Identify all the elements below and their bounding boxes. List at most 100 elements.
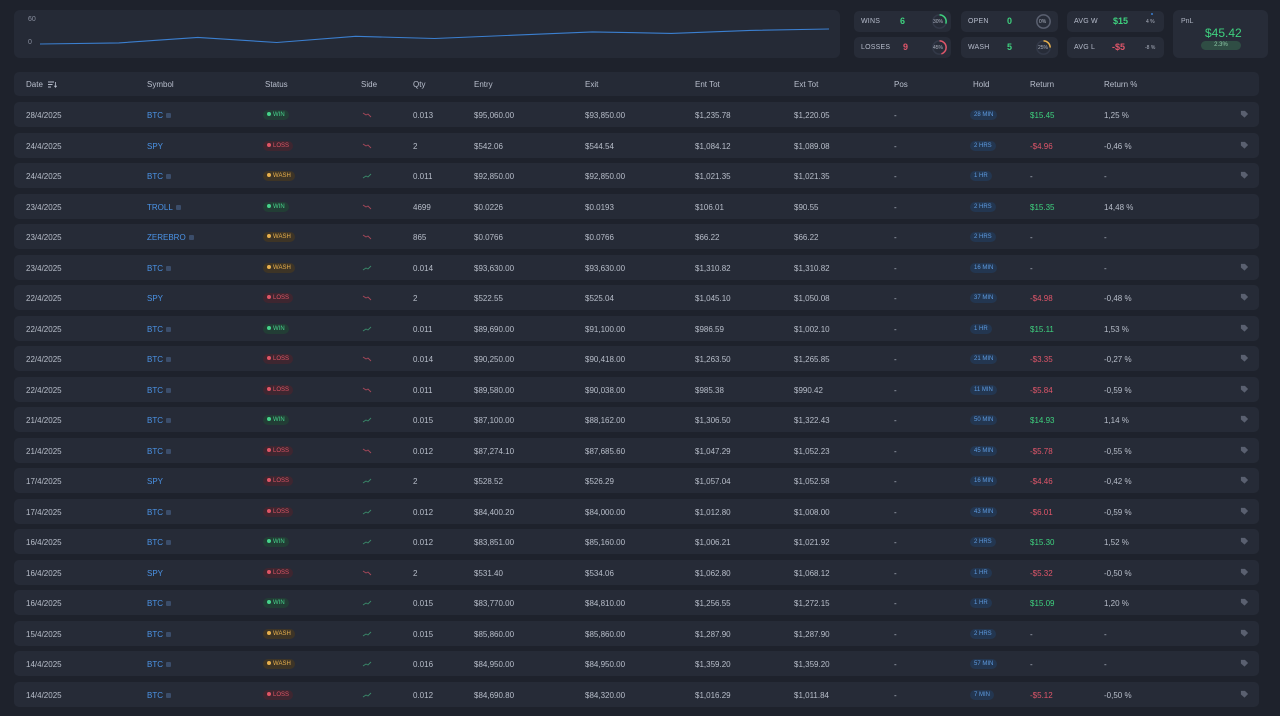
table-row[interactable]: 28/4/2025 BTC WIN 0.013 $95,060.00 $93,850.00… xyxy=(14,102,1259,127)
col-pos-header[interactable]: Pos xyxy=(894,80,908,89)
trade-symbol-link[interactable]: BTC xyxy=(147,172,171,181)
chart-icon[interactable] xyxy=(166,418,171,423)
trade-symbol-link[interactable]: BTC xyxy=(147,599,171,608)
trade-symbol-link[interactable]: BTC xyxy=(147,325,171,334)
stat-losses-value: 9 xyxy=(903,42,909,52)
table-row[interactable]: 16/4/2025 BTC WIN 0.015 $83,770.00 $84,810.00… xyxy=(14,590,1259,615)
trade-symbol-link[interactable]: BTC xyxy=(147,630,171,639)
table-row[interactable]: 24/4/2025 SPY LOSS 2 $542.06 $544.54 $1,084.12… xyxy=(14,132,1259,158)
col-hold-header[interactable]: Hold xyxy=(973,80,989,89)
tag-icon[interactable] xyxy=(1240,171,1249,180)
table-row[interactable]: 22/4/2025 BTC WIN 0.011 $89,690.00 $91,100.00… xyxy=(14,315,1259,341)
table-row[interactable]: 23/4/2025 ZEREBRO WASH 865 $0.0766 $0.0766 $66… xyxy=(14,224,1259,249)
tag-icon[interactable] xyxy=(1240,415,1249,424)
tag-icon[interactable] xyxy=(1240,324,1249,333)
trade-symbol-link[interactable]: BTC xyxy=(147,691,171,700)
chart-icon[interactable] xyxy=(175,204,181,210)
table-row[interactable]: 24/4/2025 BTC WASH 0.011 $92,850.00 $92,850.0… xyxy=(14,163,1259,188)
tag-icon[interactable] xyxy=(1240,537,1249,546)
table-row[interactable]: 15/4/2025 BTC WASH 0.015 $85,860.00 $85,860.0… xyxy=(14,620,1259,646)
table-row[interactable]: 22/4/2025 BTC LOSS 0.014 $90,250.00 $90,418.0… xyxy=(14,346,1259,371)
chart-icon[interactable] xyxy=(166,174,171,179)
chart-icon[interactable] xyxy=(166,387,171,393)
trade-ext-tot: $1,220.05 xyxy=(794,111,830,120)
status-badge: WASH xyxy=(263,628,295,639)
table-row[interactable]: 22/4/2025 BTC LOSS 0.011 $89,580.00 $90,038.0… xyxy=(14,376,1259,402)
tag-icon[interactable] xyxy=(1240,507,1249,516)
trade-symbol-link[interactable]: BTC xyxy=(147,447,171,456)
trade-entry: $528.52 xyxy=(474,477,503,486)
trade-symbol-link[interactable]: BTC xyxy=(147,264,171,273)
chart-icon[interactable] xyxy=(166,448,171,454)
col-ent-tot-header[interactable]: Ent Tot xyxy=(695,80,720,89)
col-symbol-header[interactable]: Symbol xyxy=(147,80,174,89)
tag-icon[interactable] xyxy=(1240,385,1249,394)
tag-icon[interactable] xyxy=(1240,141,1249,150)
tag-icon[interactable] xyxy=(1240,446,1249,455)
table-row[interactable]: 21/4/2025 BTC WIN 0.015 $87,100.00 $88,162.00… xyxy=(14,407,1259,432)
chart-icon[interactable] xyxy=(166,113,171,118)
tag-icon[interactable] xyxy=(1240,659,1249,668)
tag-icon[interactable] xyxy=(1240,110,1249,119)
table-row[interactable]: 17/4/2025 SPY LOSS 2 $528.52 $526.29 $1,057.04… xyxy=(14,468,1259,493)
trade-symbol-link[interactable]: BTC xyxy=(147,416,171,425)
trade-symbol-link[interactable]: BTC xyxy=(147,538,171,547)
status-badge: WASH xyxy=(263,262,295,273)
col-return-pct-header[interactable]: Return % xyxy=(1104,80,1137,89)
trade-symbol-link[interactable]: ZEREBRO xyxy=(147,233,194,242)
tag-icon[interactable] xyxy=(1240,629,1249,638)
trade-symbol-link[interactable]: BTC xyxy=(147,355,171,364)
table-row[interactable]: 14/4/2025 BTC LOSS 0.012 $84,690.80 $84,320.0… xyxy=(14,681,1259,707)
tag-icon[interactable] xyxy=(1240,568,1249,577)
chart-icon[interactable] xyxy=(166,631,171,637)
trade-symbol-link[interactable]: BTC xyxy=(147,111,171,120)
chart-icon[interactable] xyxy=(166,692,171,698)
tag-icon[interactable] xyxy=(1240,293,1249,302)
trade-symbol-link[interactable]: SPY xyxy=(147,477,163,486)
chart-icon[interactable] xyxy=(166,540,171,545)
table-row[interactable]: 16/4/2025 BTC WIN 0.012 $83,851.00 $85,160.00… xyxy=(14,529,1259,554)
chart-icon[interactable] xyxy=(166,357,171,362)
trade-symbol-link[interactable]: TROLL xyxy=(147,203,181,212)
trade-symbol-link[interactable]: BTC xyxy=(147,660,171,669)
tag-icon[interactable] xyxy=(1240,354,1249,363)
chart-icon[interactable] xyxy=(188,235,194,240)
trade-return: $14.93 xyxy=(1030,416,1055,425)
chart-icon[interactable] xyxy=(166,326,171,332)
col-side-header[interactable]: Side xyxy=(361,80,377,89)
col-exit-header[interactable]: Exit xyxy=(585,80,598,89)
col-entry-header[interactable]: Entry xyxy=(474,80,493,89)
table-row[interactable]: 22/4/2025 SPY LOSS 2 $522.55 $525.04 $1,045.10… xyxy=(14,285,1259,310)
col-status-header[interactable]: Status xyxy=(265,80,288,89)
table-row[interactable]: 17/4/2025 BTC LOSS 0.012 $84,400.20 $84,000.0… xyxy=(14,498,1259,524)
chart-icon[interactable] xyxy=(166,662,171,667)
col-ext-tot-header[interactable]: Ext Tot xyxy=(794,80,818,89)
tag-icon[interactable] xyxy=(1240,476,1249,485)
col-qty-header[interactable]: Qty xyxy=(413,80,425,89)
trade-ent-tot: $1,256.55 xyxy=(695,599,731,608)
chart-icon[interactable] xyxy=(166,265,171,271)
tag-icon[interactable] xyxy=(1240,598,1249,607)
trade-symbol-link[interactable]: SPY xyxy=(147,294,163,303)
status-dot-icon xyxy=(267,569,271,574)
trade-symbol-link[interactable]: SPY xyxy=(147,142,163,151)
trade-symbol-link[interactable]: BTC xyxy=(147,386,171,395)
chart-icon[interactable] xyxy=(166,509,171,515)
tag-icon[interactable] xyxy=(1240,263,1249,272)
table-row[interactable]: 21/4/2025 BTC LOSS 0.012 $87,274.10 $87,685.6… xyxy=(14,437,1259,463)
trade-entry: $89,580.00 xyxy=(474,385,515,395)
chart-icon[interactable] xyxy=(166,601,171,606)
sort-icon[interactable] xyxy=(48,81,58,88)
tag-icon[interactable] xyxy=(1240,690,1249,699)
table-row[interactable]: 14/4/2025 BTC WASH 0.016 $84,950.00 $84,950.0… xyxy=(14,651,1259,676)
table-row[interactable]: 23/4/2025 TROLL WIN 4699 $0.0226 $0.0193 $106.… xyxy=(14,193,1259,219)
table-row[interactable]: 16/4/2025 SPY LOSS 2 $531.40 $534.06 $1,062.80… xyxy=(14,559,1259,585)
trade-symbol-link[interactable]: BTC xyxy=(147,508,171,517)
col-return-header[interactable]: Return xyxy=(1030,80,1054,89)
trade-symbol-link[interactable]: SPY xyxy=(147,569,163,578)
trade-exit: $525.04 xyxy=(585,294,614,303)
table-row[interactable]: 23/4/2025 BTC WASH 0.014 $93,630.00 $93,630.0… xyxy=(14,254,1259,280)
status-label: LOSS xyxy=(273,569,290,576)
col-date-header[interactable]: Date xyxy=(26,80,58,89)
trade-pos: - xyxy=(894,690,897,700)
